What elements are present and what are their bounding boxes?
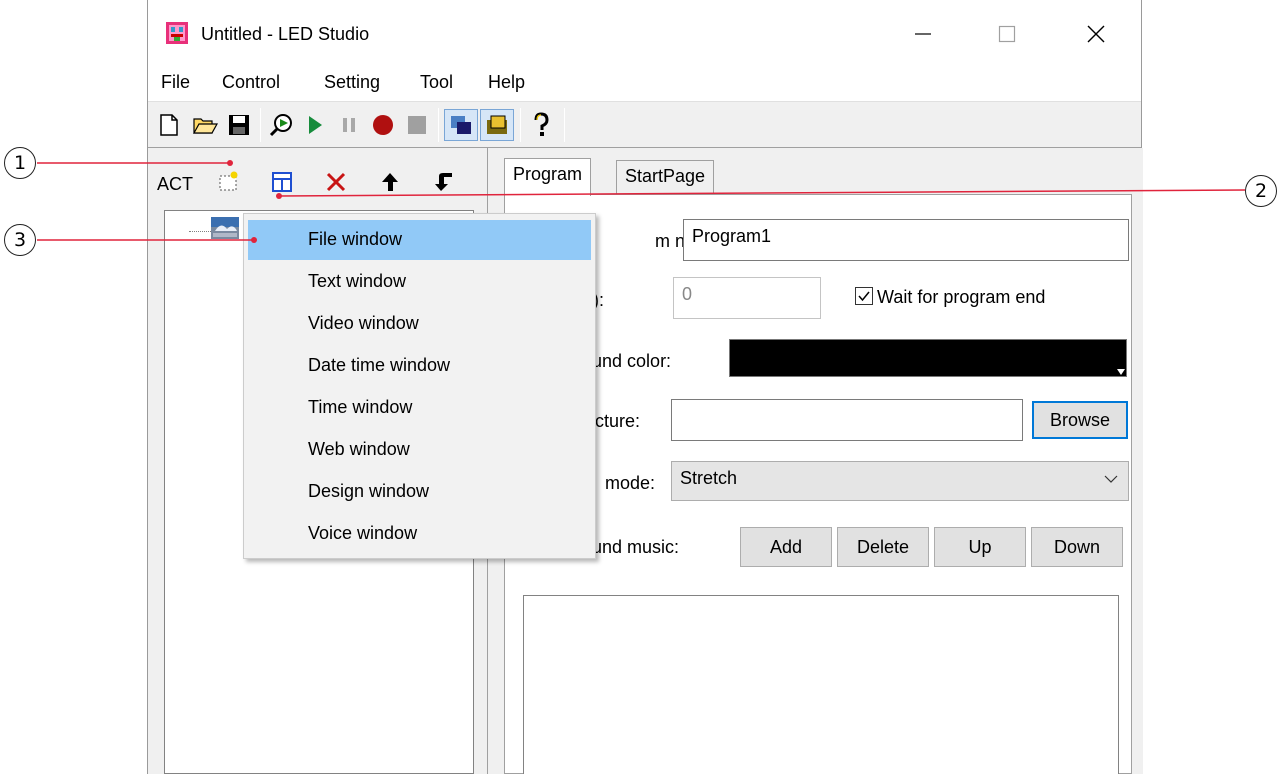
callout-2: 2 bbox=[1245, 175, 1277, 207]
callout-lines bbox=[37, 160, 1246, 243]
callout-1: 1 bbox=[4, 147, 36, 179]
callout-3: 3 bbox=[4, 224, 36, 256]
